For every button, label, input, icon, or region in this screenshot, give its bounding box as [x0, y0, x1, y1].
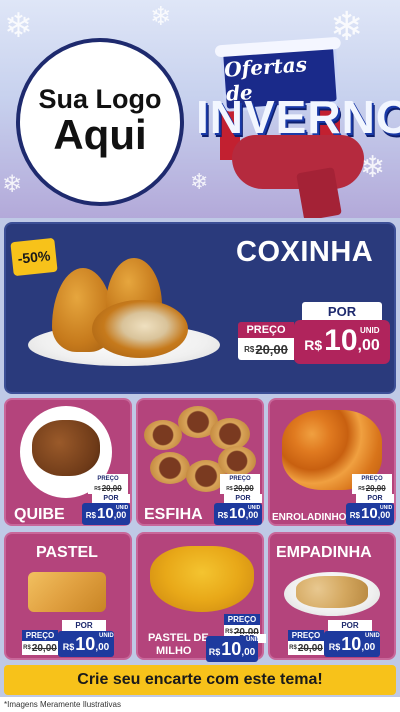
price-decimal: ,00 — [377, 510, 391, 520]
price-decimal: ,00 — [245, 510, 259, 520]
product-name: PASTEL DE MILHO — [148, 632, 209, 658]
unit-label: UNID — [365, 633, 380, 639]
scarf-decoration — [296, 167, 342, 218]
unit-label: UNID — [246, 637, 261, 643]
old-price-value: 20,00 — [101, 484, 122, 493]
unit-label: UNID — [116, 505, 129, 511]
pastel-image — [28, 572, 106, 612]
price-currency: R$ — [328, 642, 341, 652]
old-price-label: PREÇO — [224, 614, 260, 625]
old-price: R$ 20,00 — [238, 338, 294, 360]
discount-badge: -50% — [10, 237, 58, 277]
old-price-currency: R$ — [94, 485, 101, 492]
empadinha-image — [296, 576, 368, 608]
old-price-currency: R$ — [23, 645, 31, 651]
product-name: ENROLADINHO — [272, 512, 347, 523]
price-decimal: ,00 — [357, 337, 380, 354]
price-decimal: ,00 — [241, 647, 256, 658]
price-integer: 10 — [221, 639, 242, 659]
esfiha-image — [210, 418, 250, 450]
product-name: PASTEL — [36, 544, 98, 561]
old-price-currency: R$ — [244, 344, 255, 354]
old-price: R$ 20,00 — [88, 483, 128, 494]
unit-label: UNID — [99, 633, 114, 639]
price-decimal: ,00 — [95, 642, 110, 653]
disclaimer-text: *Imagens Meramente Ilustrativas — [0, 697, 400, 712]
por-label: POR — [224, 494, 262, 503]
old-price-label: PREÇO — [22, 630, 58, 641]
header-banner: ❄ ❄ ❄ ❄ ❄ ❄ Sua Logo Aqui Ofertas de INV… — [0, 0, 400, 218]
snowflake-icon: ❄ — [150, 2, 172, 32]
price-integer: 10 — [229, 505, 246, 522]
old-price-label: PREÇO — [220, 474, 260, 483]
logo-placeholder: Sua Logo Aqui — [16, 38, 184, 206]
snowflake-icon: ❄ — [190, 170, 209, 195]
logo-line2: Aqui — [53, 111, 147, 159]
price-integer: 10 — [75, 634, 96, 654]
snowflake-icon: ❄ — [4, 6, 33, 46]
old-price: R$ 20,00 — [220, 483, 260, 494]
old-price: R$ 20,00 — [288, 641, 324, 655]
old-price-currency: R$ — [358, 485, 365, 492]
featured-product-name: COXINHA — [236, 236, 374, 268]
old-price-currency: R$ — [226, 485, 233, 492]
product-name-line1: PASTEL DE — [148, 632, 209, 644]
cta-banner[interactable]: Crie seu encarte com este tema! — [4, 665, 396, 695]
por-label: POR — [62, 620, 106, 631]
old-price: R$ 20,00 — [352, 483, 392, 494]
old-price-label: PREÇO — [88, 474, 128, 483]
price-decimal: ,00 — [113, 510, 127, 520]
old-price-currency: R$ — [289, 645, 297, 651]
por-label: POR — [302, 302, 382, 320]
price-currency: R$ — [208, 647, 221, 657]
esfiha-image — [218, 446, 256, 476]
snowflake-icon: ❄ — [2, 170, 23, 198]
old-price-label: PREÇO — [288, 630, 324, 641]
old-price-value: 20,00 — [297, 642, 323, 654]
old-price-value: 20,00 — [255, 341, 288, 357]
old-price-value: 20,00 — [233, 484, 254, 493]
old-price: R$ 20,00 — [22, 641, 58, 655]
pastel-de-milho-image — [150, 546, 254, 612]
unit-label: UNID — [248, 505, 261, 511]
old-price-label: PREÇO — [352, 474, 392, 483]
esfiha-image — [144, 420, 182, 450]
unit-label: UNID — [380, 505, 393, 511]
product-name: QUIBE — [14, 506, 65, 523]
esfiha-image — [150, 452, 190, 484]
unit-label: UNID — [360, 326, 380, 335]
old-price-value: 20,00 — [31, 642, 57, 654]
price-integer: 10 — [97, 505, 114, 522]
product-name: ESFIHA — [144, 506, 203, 523]
old-price-label: PREÇO — [238, 322, 294, 338]
por-label: POR — [92, 494, 130, 503]
price-currency: R$ — [349, 511, 361, 520]
quibe-image — [32, 420, 100, 476]
old-price-value: 20,00 — [365, 484, 386, 493]
price-currency: R$ — [304, 337, 323, 353]
price-integer: 10 — [361, 505, 378, 522]
por-label: POR — [356, 494, 394, 503]
price-currency: R$ — [62, 642, 75, 652]
price-integer: 10 — [341, 634, 362, 654]
price-integer: 10 — [324, 324, 358, 357]
por-label: POR — [328, 620, 372, 631]
logo-line1: Sua Logo — [38, 84, 162, 115]
product-name: EMPADINHA — [276, 544, 372, 561]
price-decimal: ,00 — [361, 642, 376, 653]
price-currency: R$ — [217, 511, 229, 520]
product-name-line2: MILHO — [156, 645, 192, 658]
price-currency: R$ — [85, 511, 97, 520]
coxinha-image — [92, 300, 188, 358]
